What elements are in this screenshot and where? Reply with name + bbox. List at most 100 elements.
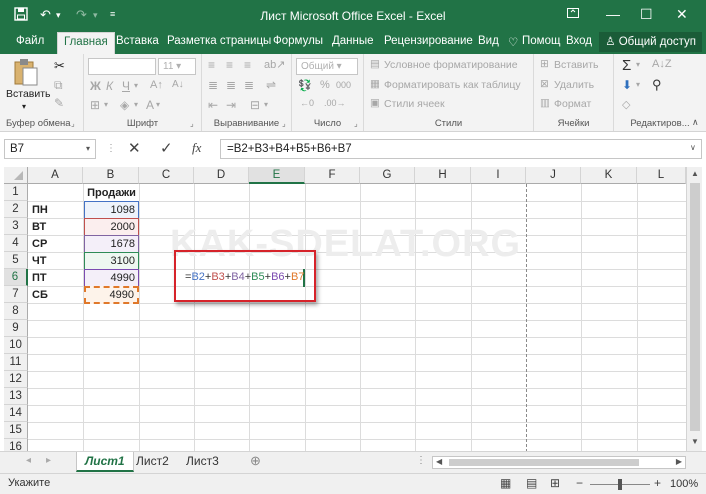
zoom-level[interactable]: 100% [670, 478, 698, 490]
autosum-icon[interactable]: Σ [622, 57, 631, 74]
tab-formulas[interactable]: Формулы [273, 35, 323, 47]
tab-view[interactable]: Вид [478, 35, 499, 47]
align-left-icon[interactable]: ≣ [208, 78, 218, 92]
cell-b4[interactable]: 1678 [84, 235, 139, 253]
add-sheet-icon[interactable]: ⊕ [250, 453, 261, 469]
decrease-decimal-icon[interactable]: .00→ [324, 98, 346, 108]
row-header-6[interactable]: 6 [4, 269, 28, 286]
delete-cells-icon[interactable]: ⊠ [540, 78, 549, 90]
insert-cells-icon[interactable]: ⊞ [540, 58, 549, 70]
copy-icon[interactable]: ⧉ [54, 78, 63, 93]
find-icon[interactable]: ⚲ [652, 77, 662, 93]
row-header-14[interactable]: 14 [4, 405, 28, 422]
page-layout-view-icon[interactable]: ▤ [526, 476, 537, 490]
thousands-button[interactable]: 000 [336, 80, 351, 90]
orientation-icon[interactable]: ab↗ [264, 58, 285, 71]
horizontal-scrollbar[interactable]: ◀ ▶ [432, 456, 686, 469]
fill-dropdown-icon[interactable]: ▾ [134, 100, 138, 109]
fill-icon[interactable]: ⬇ [622, 78, 632, 92]
paste-icon[interactable] [12, 58, 40, 88]
prev-sheet-icon[interactable]: ◂ [26, 455, 31, 466]
sheet-tab-2[interactable]: Лист2 [128, 452, 177, 472]
font-color-icon[interactable]: A [146, 98, 154, 112]
cell-b1[interactable]: Продажи [84, 185, 139, 202]
lightbulb-icon[interactable]: ♡ [508, 35, 518, 49]
tab-review[interactable]: Рецензирование [384, 35, 473, 47]
italic-button[interactable]: К [106, 79, 113, 93]
row-header-15[interactable]: 15 [4, 422, 28, 439]
cell-a7[interactable]: СБ [29, 287, 83, 304]
row-header-8[interactable]: 8 [4, 303, 28, 320]
minimize-icon[interactable]: — [606, 6, 620, 22]
cell-b2[interactable]: 1098 [84, 201, 139, 219]
tab-file[interactable]: Файл [16, 35, 44, 47]
underline-button[interactable]: Ч [122, 79, 130, 93]
collapse-ribbon-icon[interactable]: ∧ [692, 117, 699, 128]
format-cells-button[interactable]: Формат [554, 98, 591, 110]
align-center-icon[interactable]: ≣ [226, 78, 236, 92]
insert-function-button[interactable]: fx [192, 140, 201, 156]
font-launcher-icon[interactable]: ⌟ [190, 119, 194, 128]
borders-icon[interactable]: ⊞ [90, 98, 100, 112]
horizontal-scroll-thumb[interactable] [449, 459, 639, 466]
borders-dropdown-icon[interactable]: ▾ [104, 100, 108, 109]
vertical-scroll-thumb[interactable] [690, 183, 700, 431]
format-cells-icon[interactable]: ▥ [540, 97, 550, 109]
align-bottom-icon[interactable]: ≡ [244, 58, 251, 72]
tab-insert[interactable]: Вставка [116, 35, 159, 47]
row-header-2[interactable]: 2 [4, 201, 28, 218]
merge-icon[interactable]: ⊟ [250, 98, 260, 112]
fill-dropdown-icon[interactable]: ▾ [636, 80, 640, 89]
font-size-select[interactable]: 11 ▾ [158, 58, 196, 75]
row-header-16[interactable]: 16 [4, 439, 28, 451]
conditional-formatting-button[interactable]: Условное форматирование [384, 59, 518, 71]
font-name-select[interactable] [88, 58, 156, 75]
tab-data[interactable]: Данные [332, 35, 374, 47]
scroll-up-icon[interactable]: ▲ [691, 169, 699, 178]
ribbon-display-icon[interactable] [566, 6, 580, 23]
autosum-dropdown-icon[interactable]: ▾ [636, 60, 640, 69]
row-header-11[interactable]: 11 [4, 354, 28, 371]
format-painter-icon[interactable]: ✎ [54, 96, 64, 110]
increase-indent-icon[interactable]: ⇥ [226, 98, 236, 112]
name-box[interactable]: B7 [4, 139, 96, 159]
wrap-text-icon[interactable]: ⇌ [266, 78, 276, 92]
cut-icon[interactable]: ✂ [54, 58, 65, 74]
cell-b6[interactable]: 4990 [84, 269, 139, 287]
row-header-10[interactable]: 10 [4, 337, 28, 354]
alignment-launcher-icon[interactable]: ⌟ [282, 119, 286, 128]
page-break-view-icon[interactable]: ⊞ [550, 476, 560, 490]
align-middle-icon[interactable]: ≡ [226, 58, 233, 72]
zoom-in-icon[interactable]: + [654, 476, 661, 490]
delete-cells-button[interactable]: Удалить [554, 79, 594, 91]
scroll-right-icon[interactable]: ▶ [676, 457, 682, 466]
row-header-5[interactable]: 5 [4, 252, 28, 269]
close-icon[interactable]: ✕ [676, 6, 688, 23]
row-header-12[interactable]: 12 [4, 371, 28, 388]
increase-font-icon[interactable]: A↑ [150, 79, 163, 91]
cell-a2[interactable]: ПН [29, 202, 83, 219]
vertical-scrollbar[interactable]: ▲ ▼ [686, 167, 702, 451]
row-header-7[interactable]: 7 [4, 286, 28, 303]
format-as-table-icon[interactable]: ▦ [370, 78, 380, 90]
normal-view-icon[interactable]: ▦ [500, 476, 511, 490]
sheet-tab-1[interactable]: Лист1 [76, 452, 134, 472]
scroll-left-icon[interactable]: ◀ [436, 457, 442, 466]
increase-decimal-icon[interactable]: ←0 [300, 98, 314, 108]
cell-b3[interactable]: 2000 [84, 218, 139, 236]
share-button[interactable]: ♙ Общий доступ [599, 32, 702, 52]
next-sheet-icon[interactable]: ▸ [46, 455, 51, 466]
cell-a3[interactable]: ВТ [29, 219, 83, 236]
worksheet-grid[interactable]: A B C D E F G H I J K L 1 2 3 4 5 6 7 8 [0, 165, 706, 451]
format-as-table-button[interactable]: Форматировать как таблицу [384, 79, 521, 91]
formula-input[interactable]: =B2+B3+B4+B5+B6+B7 [220, 139, 702, 159]
scroll-down-icon[interactable]: ▼ [691, 437, 699, 446]
tab-signin[interactable]: Вход [566, 35, 592, 47]
clear-icon[interactable]: ◇ [622, 98, 630, 111]
currency-icon[interactable]: 💱 [298, 79, 312, 92]
clipboard-launcher-icon[interactable]: ⌟ [71, 119, 75, 128]
cancel-button[interactable]: ✕ [128, 139, 141, 157]
row-header-13[interactable]: 13 [4, 388, 28, 405]
cell-a6[interactable]: ПТ [29, 270, 83, 287]
font-color-dropdown-icon[interactable]: ▾ [156, 100, 160, 109]
